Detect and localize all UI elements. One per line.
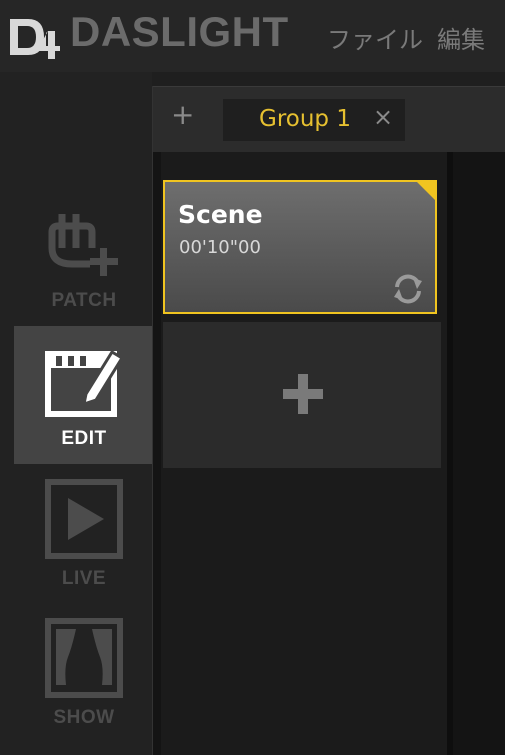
nav-edit-button[interactable]: EDIT: [14, 326, 152, 464]
scene-duration: 00'10"00: [179, 237, 261, 258]
add-group-button[interactable]: +: [171, 101, 194, 129]
plus-icon: [283, 374, 323, 414]
play-icon: [45, 479, 123, 559]
scene-card[interactable]: Scene 00'10"00: [163, 180, 437, 314]
scene-name: Scene: [178, 200, 263, 229]
selected-corner-marker: [417, 182, 435, 200]
close-icon[interactable]: ×: [373, 105, 393, 129]
stage-curtain-icon: [45, 618, 123, 698]
column-divider: [447, 152, 453, 755]
tab-group-1[interactable]: Group 1 ×: [223, 99, 405, 141]
nav-show-label: SHOW: [53, 707, 115, 728]
nav-patch-label: PATCH: [51, 290, 117, 311]
menu-file[interactable]: ファイル: [327, 20, 423, 55]
scene-panel: + Group 1 × Scene 00'10"00: [152, 86, 505, 755]
nav-live-label: LIVE: [61, 568, 107, 589]
group-tab-strip: + Group 1 ×: [153, 86, 505, 153]
add-scene-button[interactable]: [163, 322, 441, 468]
nav-edit-label: EDIT: [61, 428, 107, 449]
tab-label: Group 1: [259, 106, 351, 132]
patch-icon: [48, 214, 118, 276]
scene-list-area: Scene 00'10"00: [153, 152, 505, 755]
mode-sidebar: PATCH EDIT LIVE SHOW: [0, 72, 152, 755]
nav-show-button[interactable]: SHOW: [14, 617, 152, 755]
daslight-logo-icon: [8, 13, 62, 61]
edit-icon: [45, 349, 125, 417]
scene-column: Scene 00'10"00: [161, 152, 447, 755]
nav-patch-button[interactable]: PATCH: [14, 202, 152, 340]
nav-live-button[interactable]: LIVE: [14, 478, 152, 616]
app-logo-text: DASLIGHT: [70, 8, 289, 55]
menu-edit[interactable]: 編集: [437, 20, 485, 55]
loop-icon[interactable]: [391, 272, 425, 306]
title-bar: DASLIGHT ファイル 編集: [0, 0, 505, 72]
